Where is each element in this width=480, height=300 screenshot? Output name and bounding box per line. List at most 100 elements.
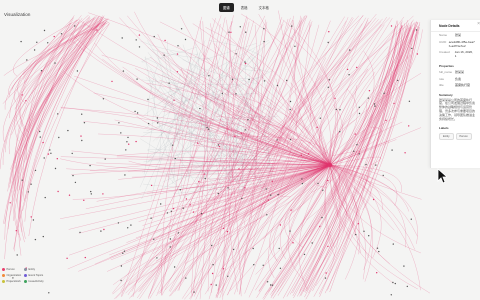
graph-node[interactable] <box>89 164 91 167</box>
graph-node[interactable] <box>390 25 393 27</box>
graph-node[interactable] <box>363 230 365 232</box>
graph-node[interactable] <box>71 152 73 155</box>
graph-node[interactable] <box>54 167 57 170</box>
graph-node[interactable] <box>83 122 86 124</box>
graph-node[interactable] <box>324 277 327 279</box>
graph-node[interactable] <box>124 174 126 176</box>
graph-node[interactable] <box>166 212 169 214</box>
graph-node[interactable] <box>81 139 83 142</box>
graph-node[interactable] <box>416 53 419 55</box>
graph-node[interactable] <box>200 212 203 215</box>
graph-node[interactable] <box>301 178 303 180</box>
graph-node[interactable] <box>203 173 205 175</box>
graph-node[interactable] <box>208 128 210 130</box>
graph-node[interactable] <box>170 210 172 212</box>
graph-node[interactable] <box>90 193 93 195</box>
graph-node[interactable] <box>300 154 303 156</box>
graph-node[interactable] <box>189 204 191 206</box>
graph-node[interactable] <box>96 29 98 31</box>
graph-node[interactable] <box>279 224 282 226</box>
graph-node[interactable] <box>355 233 357 236</box>
graph-node[interactable] <box>21 94 23 96</box>
graph-node[interactable] <box>307 153 310 155</box>
graph-node[interactable] <box>374 105 376 107</box>
graph-node[interactable] <box>26 59 28 61</box>
graph-node[interactable] <box>270 194 272 196</box>
graph-node[interactable] <box>316 126 318 128</box>
graph-node[interactable] <box>104 158 106 160</box>
graph-node[interactable] <box>291 25 293 27</box>
graph-node[interactable] <box>48 292 50 294</box>
graph-node[interactable] <box>378 250 380 253</box>
graph-node[interactable] <box>212 264 214 266</box>
graph-node[interactable] <box>135 140 137 143</box>
graph-node[interactable] <box>122 252 124 254</box>
graph-node[interactable] <box>42 235 44 238</box>
graph-node[interactable] <box>403 265 405 267</box>
graph-node[interactable] <box>328 79 331 81</box>
graph-node[interactable] <box>244 62 247 65</box>
graph-node[interactable] <box>182 207 184 209</box>
graph-node[interactable] <box>68 194 71 196</box>
graph-node[interactable] <box>294 45 296 47</box>
graph-node[interactable] <box>368 235 370 237</box>
graph-node[interactable] <box>66 257 68 259</box>
graph-node[interactable] <box>84 256 87 259</box>
graph-node[interactable] <box>372 198 375 201</box>
graph-node[interactable] <box>353 150 355 152</box>
graph-node[interactable] <box>271 180 273 182</box>
graph-node[interactable] <box>130 224 132 226</box>
graph-node[interactable] <box>406 285 408 288</box>
graph-node[interactable] <box>319 117 321 119</box>
graph-node[interactable] <box>290 209 292 211</box>
graph-node[interactable] <box>262 264 264 266</box>
graph-node[interactable] <box>263 80 266 82</box>
graph-node[interactable] <box>279 267 282 269</box>
tab-graph[interactable]: 图谱 <box>219 3 234 12</box>
graph-node[interactable] <box>276 139 278 141</box>
graph-node[interactable] <box>111 80 113 83</box>
graph-node[interactable] <box>150 184 153 187</box>
graph-node[interactable] <box>286 79 288 82</box>
graph-node[interactable] <box>102 193 104 195</box>
graph-node[interactable] <box>120 279 122 282</box>
graph-node[interactable] <box>53 35 55 38</box>
graph-node[interactable] <box>221 92 223 95</box>
graph-node[interactable] <box>36 41 38 43</box>
graph-node[interactable] <box>289 108 291 111</box>
graph-node[interactable] <box>47 42 49 44</box>
graph-node[interactable] <box>147 98 149 101</box>
graph-node[interactable] <box>83 199 85 201</box>
graph-node[interactable] <box>276 84 279 87</box>
graph-node[interactable] <box>301 182 304 185</box>
graph-node[interactable] <box>349 49 351 51</box>
graph-node[interactable] <box>245 31 247 33</box>
graph-node[interactable] <box>240 132 242 134</box>
graph-node[interactable] <box>334 97 336 100</box>
graph-node[interactable] <box>164 39 166 42</box>
graph-node[interactable] <box>20 40 22 43</box>
graph-node[interactable] <box>125 149 127 151</box>
graph-node[interactable] <box>174 157 176 160</box>
graph-node[interactable] <box>67 129 69 132</box>
graph-node[interactable] <box>33 49 36 51</box>
graph-node[interactable] <box>415 29 418 31</box>
graph-node[interactable] <box>127 227 129 229</box>
graph-node[interactable] <box>211 272 214 275</box>
graph-node[interactable] <box>248 78 250 81</box>
graph-node[interactable] <box>356 66 358 69</box>
graph-node[interactable] <box>103 228 105 231</box>
graph-node[interactable] <box>177 45 179 47</box>
graph-node[interactable] <box>267 199 269 201</box>
graph-node[interactable] <box>410 218 412 220</box>
graph-node[interactable] <box>122 70 125 72</box>
graph-node[interactable] <box>382 174 384 177</box>
graph-node[interactable] <box>120 132 122 134</box>
graph-node[interactable] <box>373 103 376 105</box>
graph-node[interactable] <box>394 282 396 285</box>
graph-node[interactable] <box>375 164 377 166</box>
graph-node[interactable] <box>127 136 129 139</box>
graph-node[interactable] <box>44 196 46 199</box>
graph-node[interactable] <box>289 230 291 232</box>
graph-node[interactable] <box>393 102 395 105</box>
